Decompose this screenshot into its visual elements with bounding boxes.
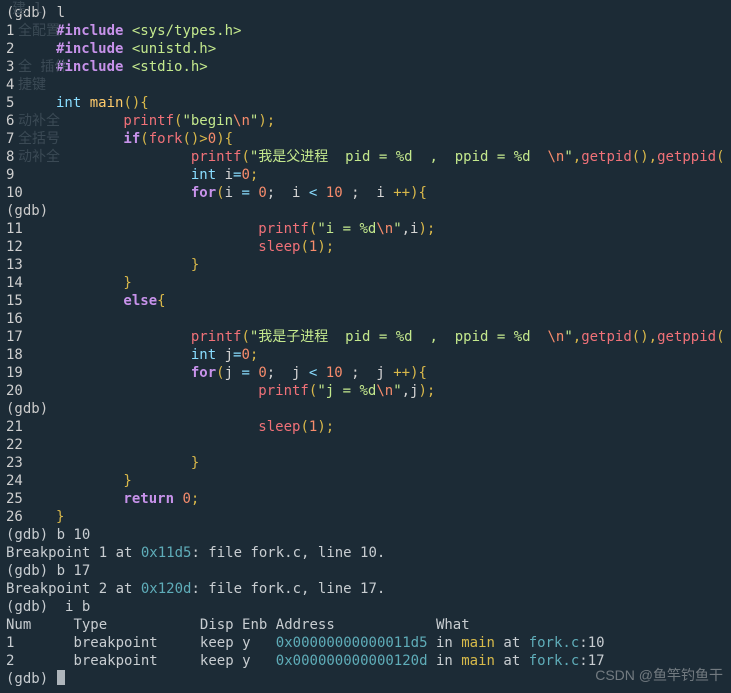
line-number: 16 [6,310,56,328]
source-line: 11 printf("i = %d\n",i); [6,220,725,238]
code: sleep(1); [56,238,725,256]
source-line: 22 [6,436,725,454]
cursor-icon [57,670,65,685]
line-number: 21 [6,418,56,436]
line-number: 13 [6,256,56,274]
code [56,76,725,94]
source-line: 8动补全 printf("我是父进程 pid = %d , ppid = %d … [6,148,725,166]
code: } [56,454,725,472]
source-line: 25 return 0; [6,490,725,508]
code: #include <sys/types.h> [56,22,725,40]
line-number: 18 [6,346,56,364]
source-line: 20 printf("j = %d\n",j); [6,382,725,400]
line-number: 5 [6,94,56,112]
source-line: 9 int i=0; [6,166,725,184]
source-line: 17 printf("我是子进程 pid = %d , ppid = %d \n… [6,328,725,346]
source-line: 26 } [6,508,725,526]
code: for(i = 0; i < 10 ; i ++){ [56,184,725,202]
code [56,436,725,454]
line-number: 10 [6,184,56,202]
gdb-output: Breakpoint 1 at 0x11d5: file fork.c, lin… [6,544,725,562]
code: printf("我是父进程 pid = %d , ppid = %d \n",g… [56,148,725,166]
code: int j=0; [56,346,725,364]
line-number: 23 [6,454,56,472]
line-number: 7全括号 [6,130,56,148]
source-line: 10 for(i = 0; i < 10 ; i ++){ [6,184,725,202]
source-line: 21 sleep(1); [6,418,725,436]
source-line: 15 else{ [6,292,725,310]
gdb-line: (gdb) [6,202,725,220]
source-line: 4捷键 [6,76,725,94]
line-number: 17 [6,328,56,346]
source-line: 3全 插件 #include <stdio.h> [6,58,725,76]
line-number: 25 [6,490,56,508]
gdb-command[interactable]: (gdb) b 17 [6,562,725,580]
code: #include <stdio.h> [56,58,725,76]
code: printf("begin\n"); [56,112,725,130]
code: #include <unistd.h> [56,40,725,58]
watermark: CSDN @鱼竿钓鱼干 [595,666,723,684]
source-line: 18 int j=0; [6,346,725,364]
line-number: 20 [6,382,56,400]
source-line: 12 sleep(1); [6,238,725,256]
gdb-pager-prompt[interactable]: (gdb) [6,400,56,418]
code [56,310,725,328]
line-number: 26 [6,508,56,526]
source-line: 1全配置 #include <sys/types.h> [6,22,725,40]
source-line: 7全括号 if(fork()>0){ [6,130,725,148]
line-number: 8动补全 [6,148,56,166]
line-number: 12 [6,238,56,256]
code: } [56,508,725,526]
source-line: 2 #include <unistd.h> [6,40,725,58]
gdb-line: (gdb) l 建 l [6,4,725,22]
code: } [56,472,725,490]
code: int i=0; [56,166,725,184]
bp-table-row: 1 breakpoint keep y 0x00000000000011d5 i… [6,634,725,652]
bp-table-header: Num Type Disp Enb Address What [6,616,725,634]
source-line: 19 for(j = 0; j < 10 ; j ++){ [6,364,725,382]
code: int main(){ [56,94,725,112]
code: } [56,274,725,292]
code: sleep(1); [56,418,725,436]
gdb-pager-prompt[interactable]: (gdb) [6,202,56,220]
line-number: 6动补全 [6,112,56,130]
line-number: 19 [6,364,56,382]
line-number: 22 [6,436,56,454]
code: return 0; [56,490,725,508]
line-number: 2 [6,40,56,58]
line-number: 11 [6,220,56,238]
line-number: 24 [6,472,56,490]
line-number: 4捷键 [6,76,56,94]
source-line: 16 [6,310,725,328]
code: printf("i = %d\n",i); [56,220,725,238]
code: if(fork()>0){ [56,130,725,148]
line-number: 3全 插件 [6,58,56,76]
code: for(j = 0; j < 10 ; j ++){ [56,364,725,382]
source-line: 24 } [6,472,725,490]
line-number: 15 [6,292,56,310]
hint-text: 建 l [12,0,43,18]
source-line: 6动补全 printf("begin\n"); [6,112,725,130]
line-number: 14 [6,274,56,292]
source-line: 14 } [6,274,725,292]
gdb-output: Breakpoint 2 at 0x120d: file fork.c, lin… [6,580,725,598]
gdb-line: (gdb) [6,400,725,418]
source-line: 13 } [6,256,725,274]
line-number: 9 [6,166,56,184]
source-line: 23 } [6,454,725,472]
source-line: 5 int main(){ [6,94,725,112]
code: printf("j = %d\n",j); [56,382,725,400]
gdb-command[interactable]: (gdb) i b [6,598,725,616]
code: printf("我是子进程 pid = %d , ppid = %d \n",g… [56,328,725,346]
gdb-command[interactable]: (gdb) b 10 [6,526,725,544]
code: } [56,256,725,274]
code: else{ [56,292,725,310]
line-number: 1全配置 [6,22,56,40]
